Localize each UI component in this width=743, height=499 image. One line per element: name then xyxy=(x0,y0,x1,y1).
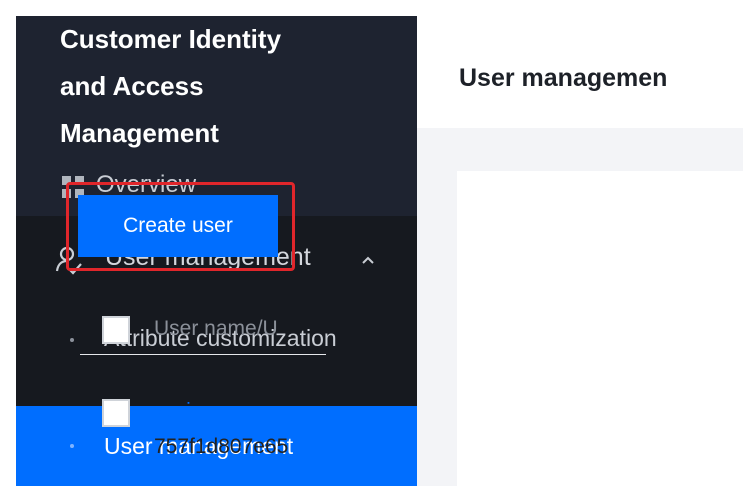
row-checkbox[interactable] xyxy=(102,399,130,427)
user-id: 757f1d807e65 xyxy=(154,435,289,458)
product-title-line: Customer Identity xyxy=(60,24,282,54)
column-header-username: User name/U xyxy=(154,317,278,340)
bullet-icon xyxy=(70,444,74,448)
chevron-up-icon[interactable] xyxy=(360,252,376,268)
product-title: Customer Identity and Access Management xyxy=(60,16,400,157)
table-row: yuni 757f1d807e65 xyxy=(80,395,326,475)
select-all-checkbox[interactable] xyxy=(102,316,130,344)
user-list-card xyxy=(457,171,743,491)
create-user-button[interactable]: Create user xyxy=(78,195,278,257)
page-header: User managemen xyxy=(417,16,743,128)
bullet-icon xyxy=(70,338,74,342)
main-content: User managemen xyxy=(417,16,743,491)
app-window: Customer Identity and Access Management … xyxy=(0,0,743,499)
page-title: User managemen xyxy=(459,64,668,92)
product-title-line: Management xyxy=(60,118,219,148)
user-name-link[interactable]: yuni xyxy=(154,400,191,423)
product-title-line: and Access xyxy=(60,71,204,101)
table-header: User name/U xyxy=(80,300,326,355)
